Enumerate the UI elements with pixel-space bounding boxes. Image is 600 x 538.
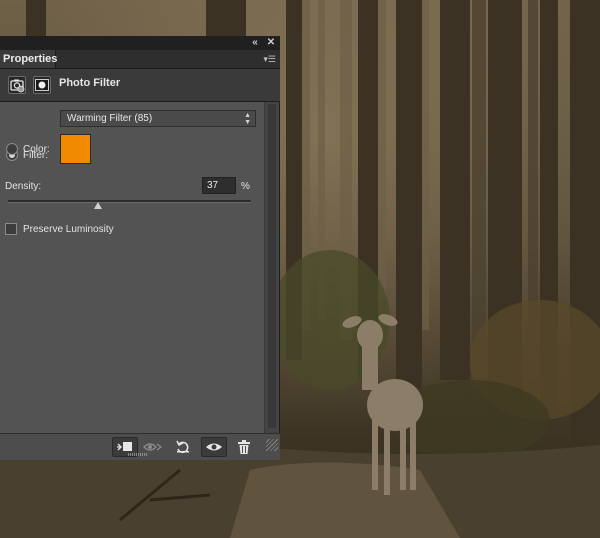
- panel-resize-grip[interactable]: [128, 453, 148, 456]
- panel-scrollbar[interactable]: [264, 102, 279, 433]
- panel-tab-row: Properties ▾☰: [0, 50, 280, 69]
- density-slider[interactable]: [8, 200, 251, 203]
- reset-icon[interactable]: [170, 437, 196, 457]
- preserve-luminosity-checkbox[interactable]: [5, 223, 17, 235]
- close-icon[interactable]: ✕: [264, 36, 278, 50]
- panel-resize-corner[interactable]: [266, 439, 278, 451]
- eye-icon[interactable]: [201, 437, 227, 457]
- double-chevron-left-icon[interactable]: «: [248, 36, 262, 50]
- preserve-luminosity-label: Preserve Luminosity: [23, 224, 114, 235]
- density-unit: %: [241, 181, 250, 192]
- tab-properties[interactable]: Properties: [0, 50, 57, 68]
- adjustment-header: Photo Filter: [0, 69, 280, 102]
- dropdown-arrows-icon: ▲ ▼: [244, 112, 251, 126]
- panel-menu-icon[interactable]: ▾☰: [262, 53, 276, 65]
- camera-filter-icon[interactable]: [8, 76, 26, 94]
- density-label: Density:: [5, 181, 42, 192]
- color-label: Color:: [23, 144, 50, 155]
- color-swatch[interactable]: [60, 134, 91, 164]
- trash-icon[interactable]: [231, 437, 257, 457]
- adjustment-title: Photo Filter: [59, 77, 121, 89]
- filter-dropdown-value: Warming Filter (85): [67, 113, 153, 124]
- filter-dropdown[interactable]: Warming Filter (85) ▲ ▼: [60, 110, 256, 127]
- scrollbar-thumb[interactable]: [268, 104, 276, 428]
- properties-panel: « ✕ Properties ▾☰ Photo Filter Filter: W…: [0, 36, 280, 460]
- layer-mask-icon[interactable]: [33, 76, 51, 94]
- density-slider-handle[interactable]: [93, 202, 102, 209]
- density-input[interactable]: 37: [202, 177, 236, 194]
- color-radio[interactable]: [6, 143, 18, 155]
- panel-title-bar[interactable]: « ✕: [0, 36, 280, 51]
